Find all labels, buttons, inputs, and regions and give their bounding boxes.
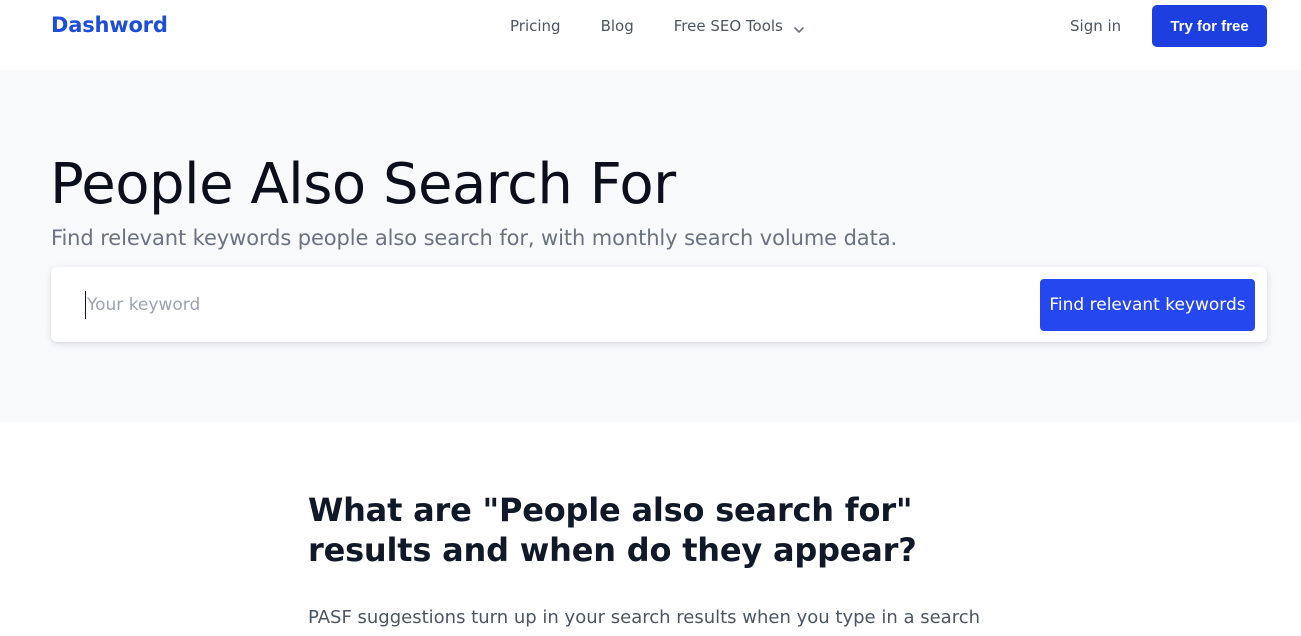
site-header: Dashword Pricing Blog Free SEO Tools Sig… <box>0 0 1301 70</box>
sign-in-link[interactable]: Sign in <box>1070 17 1121 36</box>
article-section: What are "People also search for" result… <box>0 422 1301 636</box>
nav-dropdown-label: Free SEO Tools <box>673 17 783 35</box>
keyword-input[interactable] <box>85 291 985 319</box>
hero-section: People Also Search For Find relevant key… <box>0 70 1301 422</box>
chevron-down-icon <box>793 21 805 33</box>
try-for-free-button[interactable]: Try for free <box>1152 5 1267 47</box>
main-nav: Pricing Blog Free SEO Tools <box>510 17 805 36</box>
find-keywords-button[interactable]: Find relevant keywords <box>1040 279 1255 331</box>
page-title: People Also Search For <box>50 152 676 217</box>
section-heading: What are "People also search for" result… <box>308 491 917 569</box>
page-subtitle: Find relevant keywords people also searc… <box>51 226 898 250</box>
logo-link[interactable]: Dashword <box>51 13 168 37</box>
keyword-search-card: Find relevant keywords <box>51 267 1267 342</box>
section-paragraph: PASF suggestions turn up in your search … <box>308 607 981 628</box>
nav-link-pricing[interactable]: Pricing <box>510 17 561 36</box>
nav-dropdown-free-seo-tools[interactable]: Free SEO Tools <box>674 17 805 36</box>
nav-link-blog[interactable]: Blog <box>601 17 634 36</box>
